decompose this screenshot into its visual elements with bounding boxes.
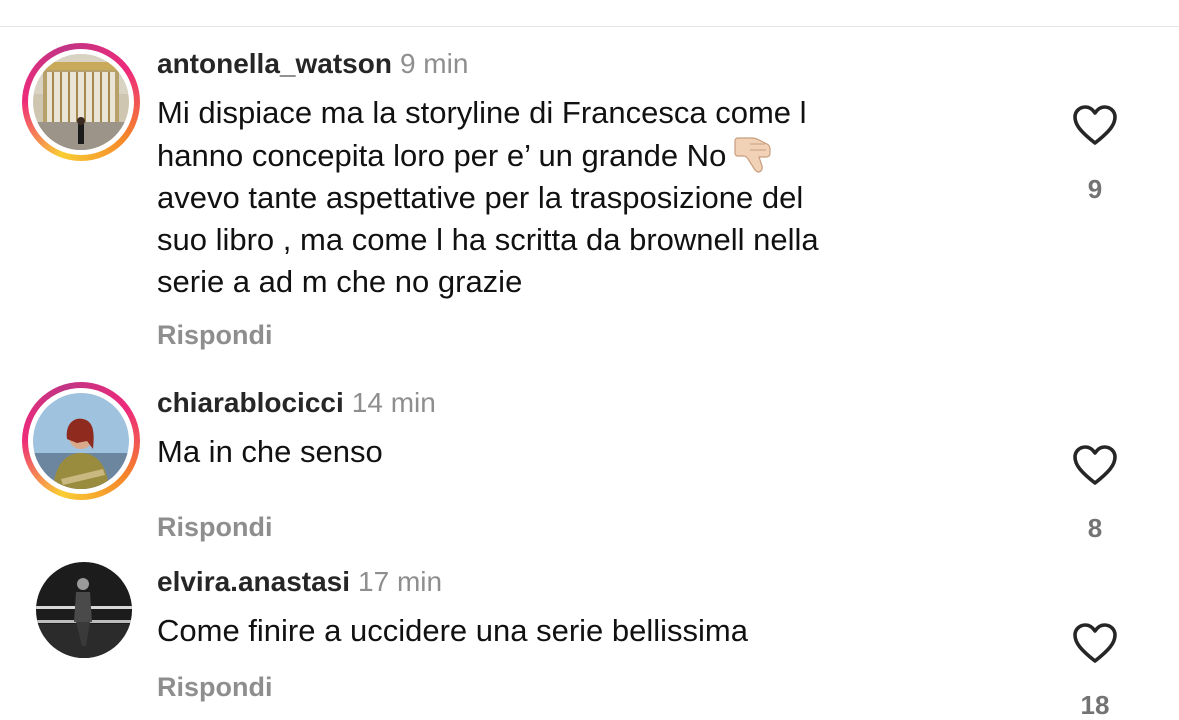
reply-button[interactable]: Rispondi	[157, 671, 273, 703]
comment-item: elvira.anastasi 17 min Come finire a ucci…	[0, 0, 1179, 720]
comment-text: Come finire a uccidere una serie belliss…	[157, 613, 748, 648]
like-button[interactable]	[1070, 621, 1120, 665]
username[interactable]: elvira.anastasi	[157, 566, 350, 597]
heart-outline-icon	[1073, 623, 1117, 663]
avatar[interactable]	[36, 562, 132, 658]
like-count: 18	[1080, 690, 1110, 720]
comment-header: elvira.anastasi 17 min	[157, 565, 442, 599]
timestamp: 17 min	[358, 566, 443, 597]
